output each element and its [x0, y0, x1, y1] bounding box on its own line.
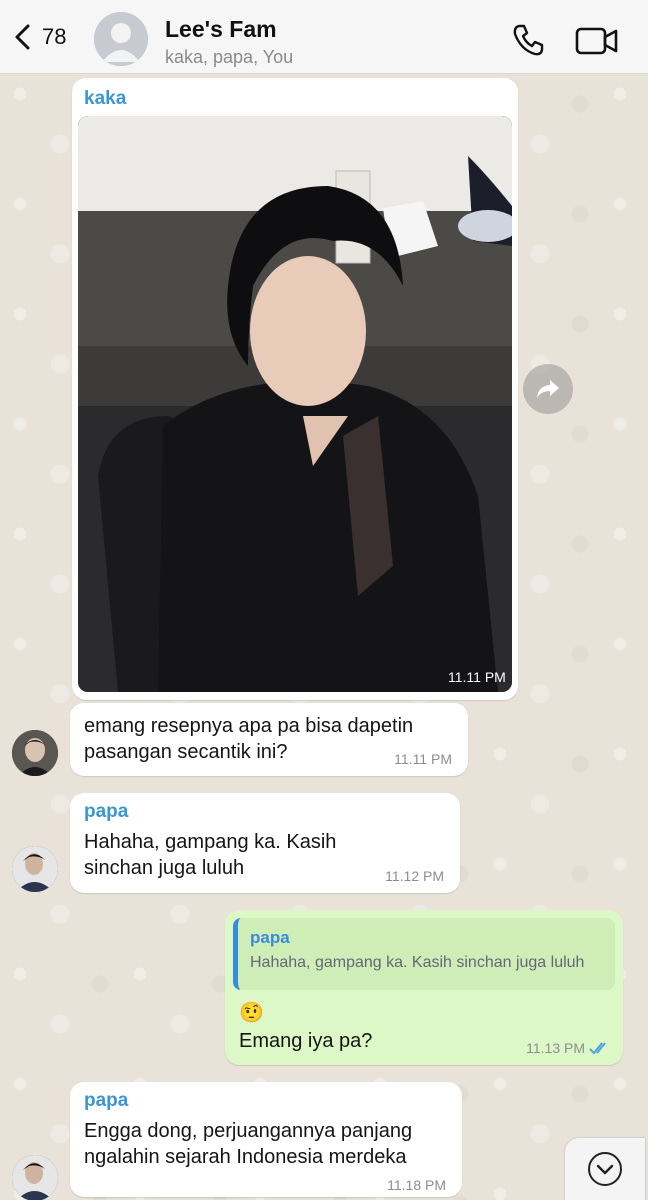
message-text: Engga dong, perjuangannya panjang ngalah… [84, 1120, 413, 1168]
avatar[interactable] [12, 730, 58, 776]
message-text: Hahaha, gampang ka. Kasih sinchan juga l… [84, 831, 337, 879]
read-receipt-icon [589, 1042, 606, 1055]
message-time: 11.12 PM [385, 868, 444, 884]
scroll-to-bottom-button[interactable] [565, 1138, 645, 1200]
message-text: Emang iya pa? [239, 1030, 373, 1052]
video-call-icon[interactable] [574, 24, 620, 58]
quoted-reply[interactable]: papa Hahaha, gampang ka. Kasih sinchan j… [233, 918, 615, 990]
phone-icon[interactable] [510, 22, 546, 58]
avatar-image [12, 1155, 58, 1200]
chat-title-area[interactable]: Lee's Fam kaka, papa, You [165, 16, 293, 68]
message-time: 11.18 PM [387, 1177, 446, 1193]
sender-name: papa [84, 801, 129, 822]
chevron-left-icon [15, 24, 30, 50]
chat-header: 78 Lee's Fam kaka, papa, You [0, 0, 648, 74]
avatar-image [12, 730, 58, 776]
photo-timestamp: 11.11 PM [448, 669, 506, 685]
quoted-sender: papa [250, 928, 290, 947]
back-button[interactable]: 78 [12, 22, 66, 52]
message-bubble: emang resepnya apa pa bisa dapetin pasan… [70, 703, 468, 776]
message-time: 11.11 PM [394, 751, 452, 767]
emoji: 🤨 [239, 1002, 264, 1024]
message-bubble: papa Engga dong, perjuangannya panjang n… [70, 1082, 462, 1197]
outgoing-message-bubble: papa Hahaha, gampang ka. Kasih sinchan j… [225, 910, 623, 1065]
photo-message: kaka 11.11 PM [72, 78, 518, 700]
person-icon [94, 12, 148, 66]
avatar[interactable] [12, 1155, 58, 1200]
sender-name: papa [84, 1090, 129, 1111]
chevron-down-icon [588, 1152, 622, 1186]
avatar[interactable] [12, 846, 58, 892]
shared-photo[interactable]: 11.11 PM [78, 116, 512, 692]
chat-title: Lee's Fam [165, 16, 277, 42]
avatar-image [12, 846, 58, 892]
forward-icon [537, 380, 559, 398]
unread-count: 78 [42, 24, 67, 49]
chat-members: kaka, papa, You [165, 47, 294, 67]
sender-name: kaka [84, 88, 127, 109]
message-time: 11.13 PM [526, 1040, 585, 1056]
forward-button[interactable] [523, 364, 573, 414]
photo-image: 11.11 PM [78, 116, 512, 692]
group-avatar[interactable] [94, 12, 148, 66]
quoted-text: Hahaha, gampang ka. Kasih sinchan juga l… [250, 954, 585, 971]
message-bubble: papa Hahaha, gampang ka. Kasih sinchan j… [70, 793, 460, 893]
